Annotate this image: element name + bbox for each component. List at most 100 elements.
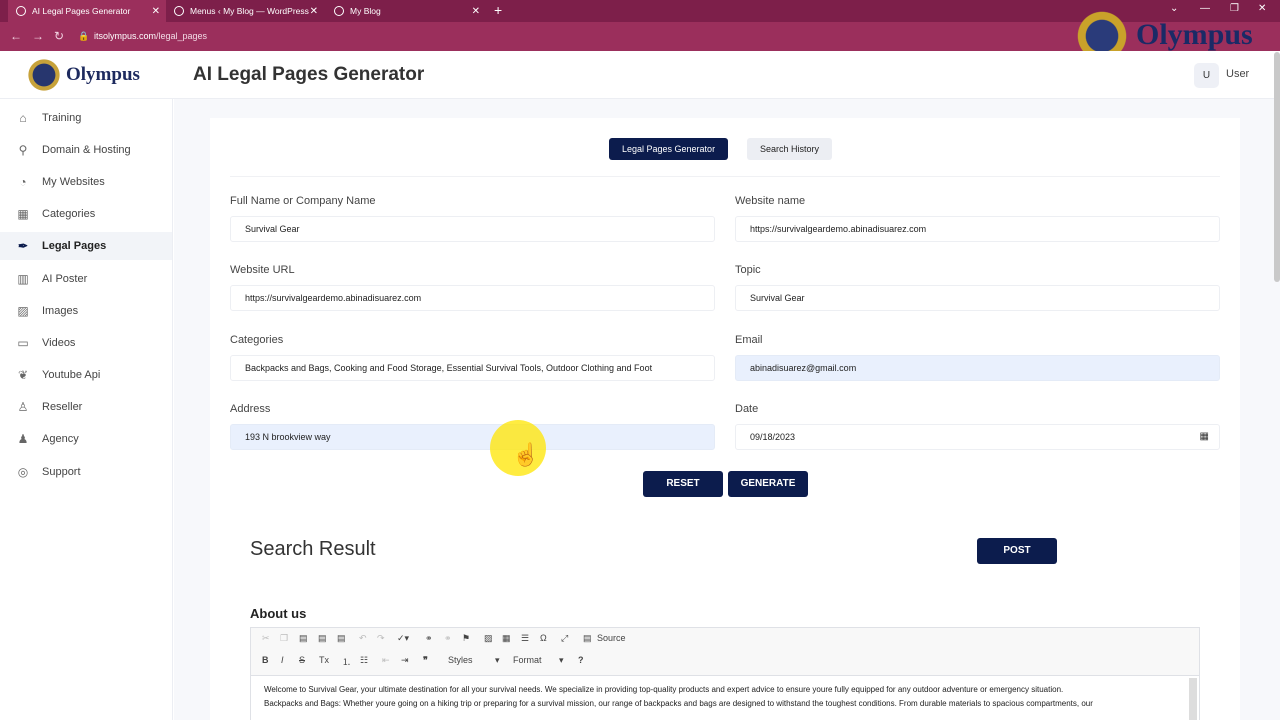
sidebar-item-legal-pages[interactable]: ✒ Legal Pages	[0, 232, 172, 260]
editor-paragraph: Backpacks and Bags: Whether youre going …	[264, 699, 1093, 708]
date-input[interactable]: 09/18/2023 ▦	[735, 424, 1220, 450]
sidebar-item-label: Categories	[42, 208, 96, 220]
sidebar-item-support[interactable]: ◎ Support	[0, 458, 172, 486]
editor-scrollbar[interactable]	[1189, 678, 1197, 720]
sidebar-item-ai-poster[interactable]: ▥ AI Poster	[0, 265, 172, 293]
sidebar-item-training[interactable]: ⌂ Training	[0, 104, 172, 132]
sidebar-item-agency[interactable]: ♟ Agency	[0, 425, 172, 453]
table-icon[interactable]: ▦	[502, 633, 511, 644]
bullet-list-icon[interactable]: ☷	[360, 655, 368, 666]
website-url-label: Website URL	[230, 264, 295, 276]
hand-cursor-icon: ☝	[512, 442, 540, 467]
user-name[interactable]: User	[1226, 68, 1249, 80]
editor-toolbar-bottom: B I S Tx ⒈ ☷ ⇤ ⇥ ❞ Styles ▾ Format ▾ ?	[251, 650, 1199, 676]
generate-button[interactable]: GENERATE	[728, 471, 808, 497]
remove-format-icon[interactable]: Tx	[319, 655, 329, 665]
editor-content[interactable]: Welcome to Survival Gear, your ultimate …	[264, 683, 1184, 711]
website-name-input[interactable]: https://survivalgeardemo.abinadisuarez.c…	[735, 216, 1220, 242]
redo-icon[interactable]: ↷	[377, 633, 385, 644]
home-icon: ⌂	[19, 111, 27, 125]
email-field[interactable]: abinadisuarez@gmail.com	[735, 355, 1220, 381]
reset-button[interactable]: RESET	[643, 471, 723, 497]
full-name-label: Full Name or Company Name	[230, 195, 376, 207]
strikethrough-icon[interactable]: S	[299, 655, 305, 665]
lock-icon: 🔒	[78, 31, 90, 41]
restore-icon[interactable]: ❐	[1230, 3, 1239, 14]
feather-icon: ✒	[17, 239, 29, 253]
source-icon[interactable]: ▤	[583, 633, 592, 644]
minimize-icon[interactable]: —	[1200, 3, 1210, 14]
horizontal-line-icon[interactable]: ☰	[521, 633, 529, 644]
sidebar: ⌂ Training ⚲ Domain & Hosting ◔ My Websites…	[0, 99, 173, 720]
post-button[interactable]: POST	[977, 538, 1057, 564]
leaf-icon: ❦	[17, 368, 29, 382]
logo-text[interactable]: Olympus	[66, 64, 140, 86]
image-icon[interactable]: ▨	[484, 633, 493, 644]
tab-legal-pages[interactable]: AI Legal Pages Generator ✕	[8, 0, 166, 22]
styles-dropdown[interactable]: Styles	[448, 655, 473, 665]
paste-icon[interactable]: ▤	[299, 633, 308, 644]
sidebar-item-reseller[interactable]: ♙ Reseller	[0, 393, 172, 421]
undo-icon[interactable]: ↶	[359, 633, 367, 644]
sidebar-item-my-websites[interactable]: ◔ My Websites	[0, 168, 172, 196]
website-url-input[interactable]: https://survivalgeardemo.abinadisuarez.c…	[230, 285, 715, 311]
editor-paragraph: Welcome to Survival Gear, your ultimate …	[264, 685, 1064, 694]
new-tab-icon[interactable]: +	[494, 2, 502, 18]
forward-icon[interactable]: →	[32, 29, 44, 43]
generator-card: Legal Pages Generator Search History Ful…	[210, 118, 1240, 720]
italic-icon[interactable]: I	[281, 655, 284, 665]
editor-toolbar-top: ✂ ❐ ▤ ▤ ▤ ↶ ↷ ✓▾ ⚭ ⚭ ⚑ ▨ ▦ ☰ Ω ⤢ ▤ Sourc…	[251, 628, 1199, 650]
tab-my-blog[interactable]: My Blog ✕	[326, 0, 486, 22]
unlink-icon[interactable]: ⚭	[444, 633, 452, 644]
url-host: itsolympus.com	[94, 31, 157, 41]
copy-icon[interactable]: ❐	[280, 633, 288, 644]
sidebar-item-videos[interactable]: ▭ Videos	[0, 329, 172, 357]
rich-text-editor[interactable]: ✂ ❐ ▤ ▤ ▤ ↶ ↷ ✓▾ ⚭ ⚭ ⚑ ▨ ▦ ☰ Ω ⤢ ▤ Sourc…	[250, 627, 1200, 720]
legal-pages-generator-button[interactable]: Legal Pages Generator	[609, 138, 729, 160]
back-icon[interactable]: ←	[10, 29, 22, 43]
chevron-down-icon: ▾	[495, 655, 500, 665]
address-input[interactable]: 193 N brookview way	[230, 424, 715, 450]
link-icon[interactable]: ⚭	[425, 633, 433, 644]
cut-icon[interactable]: ✂	[262, 633, 270, 644]
sidebar-item-domain-hosting[interactable]: ⚲ Domain & Hosting	[0, 136, 172, 164]
close-icon[interactable]: ✕	[472, 6, 480, 17]
full-name-input[interactable]: Survival Gear	[230, 216, 715, 242]
anchor-flag-icon[interactable]: ⚑	[462, 633, 470, 644]
book-icon: ▥	[17, 272, 29, 286]
bold-icon[interactable]: B	[262, 655, 269, 665]
blockquote-icon[interactable]: ❞	[423, 655, 428, 666]
sidebar-item-youtube-api[interactable]: ❦ Youtube Api	[0, 361, 172, 389]
date-label: Date	[735, 403, 759, 415]
source-button[interactable]: Source	[597, 633, 626, 643]
divider	[230, 176, 1220, 177]
paste-word-icon[interactable]: ▤	[337, 633, 346, 644]
calendar-icon[interactable]: ▦	[1200, 425, 1209, 449]
special-char-icon[interactable]: Ω	[540, 633, 547, 643]
chevron-down-icon[interactable]: ⌄	[1170, 3, 1178, 14]
format-dropdown[interactable]: Format	[513, 655, 542, 665]
paste-text-icon[interactable]: ▤	[318, 633, 327, 644]
sidebar-item-images[interactable]: ▨ Images	[0, 297, 172, 325]
categories-label: Categories	[230, 334, 284, 346]
avatar[interactable]: U	[1194, 63, 1219, 88]
close-window-icon[interactable]: ✕	[1258, 3, 1266, 14]
spellcheck-icon[interactable]: ✓▾	[397, 633, 409, 644]
outdent-icon[interactable]: ⇤	[382, 655, 390, 666]
maximize-icon[interactable]: ⤢	[561, 633, 568, 644]
tab-wordpress-menus[interactable]: Menus ‹ My Blog — WordPress ✕	[166, 0, 324, 22]
indent-icon[interactable]: ⇥	[401, 655, 409, 666]
search-history-button[interactable]: Search History	[747, 138, 833, 160]
page-scrollbar[interactable]	[1274, 52, 1280, 282]
sidebar-item-categories[interactable]: ▦ Categories	[0, 200, 172, 228]
categories-input[interactable]: Backpacks and Bags, Cooking and Food Sto…	[230, 355, 715, 381]
close-icon[interactable]: ✕	[310, 6, 318, 17]
people-icon: ♟	[17, 432, 29, 446]
numbered-list-icon[interactable]: ⒈	[342, 655, 351, 668]
reload-icon[interactable]: ↻	[54, 29, 64, 43]
topic-input[interactable]: Survival Gear	[735, 285, 1220, 311]
help-icon[interactable]: ?	[578, 655, 584, 665]
close-icon[interactable]: ✕	[152, 6, 160, 17]
url-field[interactable]: itsolympus.com/legal_pages	[94, 31, 207, 41]
tab-title: Menus ‹ My Blog — WordPress	[190, 6, 309, 16]
